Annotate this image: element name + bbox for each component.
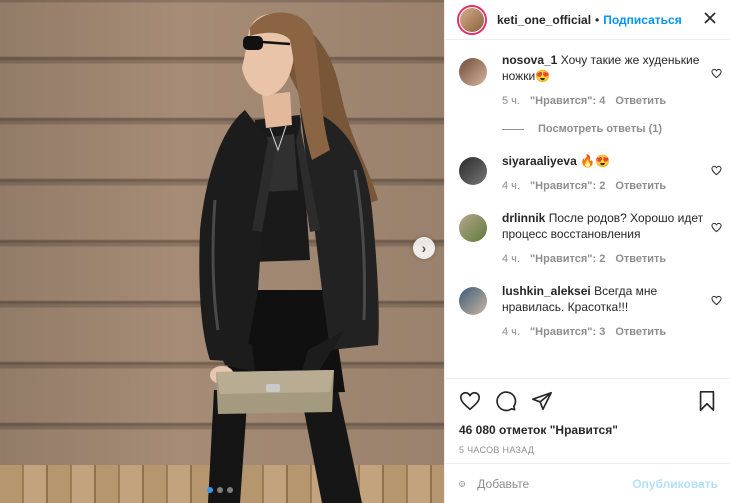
commenter-avatar[interactable]	[459, 214, 487, 242]
comments-list: nosova_1 Хочу такие же худенькие ножки😍 …	[445, 52, 730, 338]
comment-time[interactable]: 5 ч.	[502, 95, 520, 107]
post-side-panel: keti_one_official • Подписаться nosova_1…	[444, 0, 730, 503]
comment-likes[interactable]: "Нравится": 3	[530, 326, 605, 338]
comment-time[interactable]: 4 ч.	[502, 180, 520, 192]
reply-button[interactable]: Ответить	[615, 180, 666, 192]
chevron-right-icon: ›	[421, 240, 427, 256]
post-actions: 46 080 отметок "Нравится" 5 ЧАСОВ НАЗАД	[445, 378, 730, 455]
commenter-avatar[interactable]	[459, 157, 487, 185]
follow-button[interactable]: Подписаться	[603, 13, 681, 27]
author-username[interactable]: keti_one_official	[497, 13, 591, 27]
bookmark-icon[interactable]	[696, 390, 718, 412]
separator-dot: •	[595, 12, 600, 27]
carousel-next-button[interactable]: ›	[413, 237, 435, 259]
author-avatar[interactable]	[457, 4, 487, 35]
comment-text: lushkin_aleksei Всегда мне нравилась. Кр…	[502, 283, 712, 315]
replies-line	[502, 128, 524, 130]
likes-count[interactable]: 46 080 отметок "Нравится"	[459, 423, 718, 437]
comment-meta: 4 ч. "Нравится": 2 Ответить	[502, 253, 712, 265]
comment-meta: 4 ч. "Нравится": 2 Ответить	[502, 180, 712, 192]
comment-text: nosova_1 Хочу такие же худенькие ножки😍	[502, 52, 712, 84]
comment-username[interactable]: drlinnik	[502, 211, 545, 225]
publish-button[interactable]: Опубликовать	[632, 477, 718, 491]
comment-icon[interactable]	[495, 390, 517, 412]
comment-likes[interactable]: "Нравится": 2	[530, 180, 605, 192]
reply-button[interactable]: Ответить	[615, 326, 666, 338]
post-header: keti_one_official • Подписаться	[445, 0, 730, 40]
comment-item: lushkin_aleksei Всегда мне нравилась. Кр…	[445, 279, 730, 338]
more-options-icon[interactable]	[702, 10, 718, 29]
comment-username[interactable]: lushkin_aleksei	[502, 284, 591, 298]
like-comment-icon[interactable]	[711, 222, 722, 233]
post-time[interactable]: 5 ЧАСОВ НАЗАД	[459, 445, 718, 455]
comment-meta: 4 ч. "Нравится": 3 Ответить	[502, 326, 712, 338]
like-comment-icon[interactable]	[711, 68, 722, 79]
comment-username[interactable]: siyaraaliyeva	[502, 154, 577, 168]
carousel-dot	[227, 487, 233, 493]
reply-button[interactable]: Ответить	[615, 253, 666, 265]
view-replies-button[interactable]: Посмотреть ответы (1)	[502, 123, 730, 135]
share-icon[interactable]	[531, 390, 553, 412]
like-comment-icon[interactable]	[711, 165, 722, 176]
comment-time[interactable]: 4 ч.	[502, 326, 520, 338]
comment-text: siyaraaliyeva 🔥😍	[502, 153, 712, 169]
comment-likes[interactable]: "Нравится": 2	[530, 253, 605, 265]
comment-item: siyaraaliyeva 🔥😍 4 ч. "Нравится": 2 Отве…	[445, 149, 730, 192]
carousel-dot	[207, 487, 213, 493]
post-photo[interactable]: ›	[0, 0, 444, 503]
comment-input[interactable]	[477, 476, 633, 491]
commenter-avatar[interactable]	[459, 287, 487, 315]
add-comment-bar: Опубликовать	[445, 463, 730, 503]
action-icons	[459, 389, 718, 413]
comment-item: drlinnik После родов? Хорошо идет процес…	[445, 206, 730, 265]
view-replies-label: Посмотреть ответы (1)	[538, 123, 663, 135]
like-comment-icon[interactable]	[711, 295, 722, 306]
comment-text: drlinnik После родов? Хорошо идет процес…	[502, 210, 712, 242]
comment-time[interactable]: 4 ч.	[502, 253, 520, 265]
emoji-icon[interactable]	[459, 473, 465, 495]
woman-figure	[199, 12, 379, 503]
comment-username[interactable]: nosova_1	[502, 53, 557, 67]
comment-item: nosova_1 Хочу такие же худенькие ножки😍 …	[445, 52, 730, 107]
reply-button[interactable]: Ответить	[615, 95, 666, 107]
commenter-avatar[interactable]	[459, 58, 487, 86]
carousel-dot	[217, 487, 223, 493]
like-icon[interactable]	[459, 390, 481, 412]
comment-body: 🔥😍	[580, 154, 610, 168]
comment-meta: 5 ч. "Нравится": 4 Ответить	[502, 95, 712, 107]
comment-likes[interactable]: "Нравится": 4	[530, 95, 605, 107]
carousel-dots	[207, 487, 233, 493]
